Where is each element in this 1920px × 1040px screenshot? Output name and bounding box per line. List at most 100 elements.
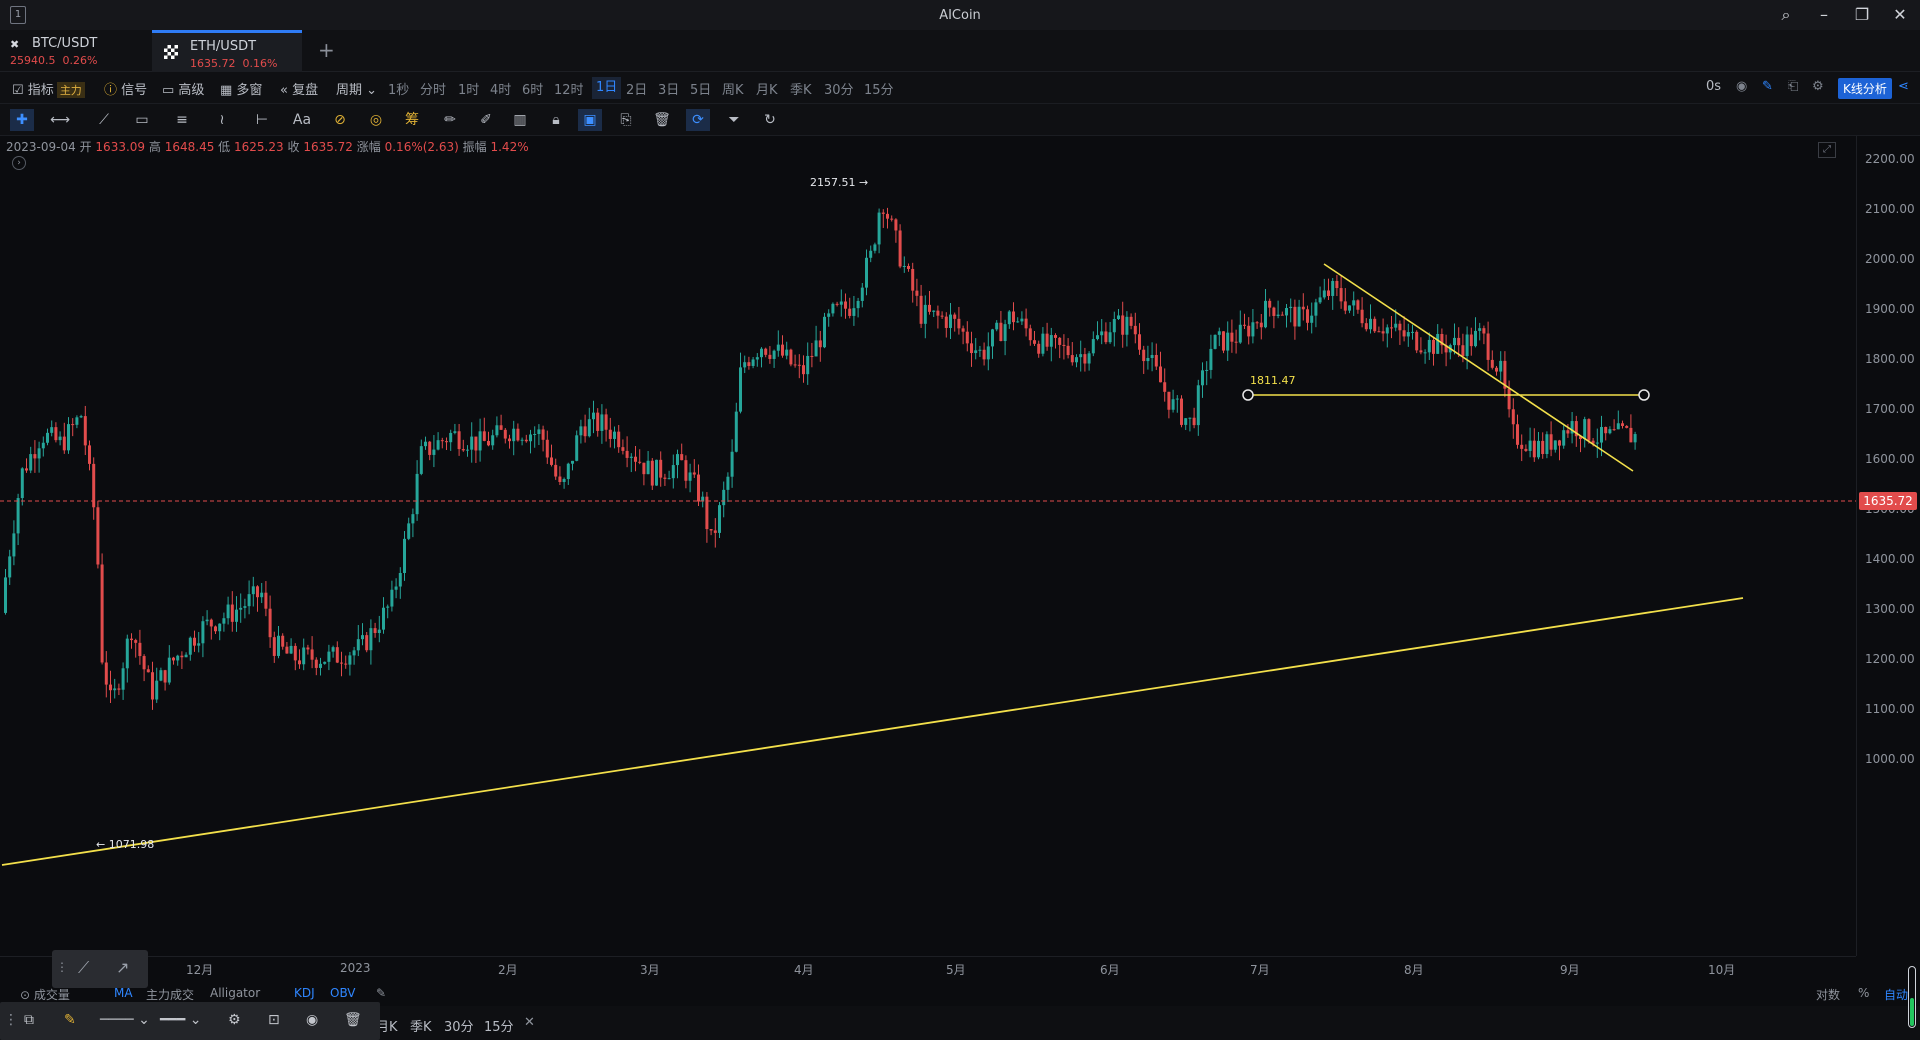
arrow-style-icon[interactable]: ↗: [116, 958, 129, 977]
search-icon[interactable]: ⌕: [1776, 4, 1796, 26]
drag-handle-icon[interactable]: ⋮: [56, 960, 68, 974]
measure-tool-icon[interactable]: ⊢: [250, 109, 274, 131]
magnet-tool-icon[interactable]: ▣: [578, 109, 602, 131]
interval-3d[interactable]: 3日: [658, 79, 679, 98]
interval-timeshare[interactable]: 分时: [420, 79, 446, 98]
drag-handle-icon[interactable]: ⋮: [4, 1012, 18, 1028]
kline-chart-svg[interactable]: 1811.47 2157.51 → ← 1071.98: [0, 136, 1856, 956]
candles: [4, 207, 1637, 710]
horizontal-line-tool-icon[interactable]: ⟷: [48, 109, 72, 131]
price-axis[interactable]: 2200.00 2100.00 2000.00 1900.00 1800.00 …: [1856, 136, 1920, 956]
candle-body: [302, 647, 306, 665]
hline-handle-left[interactable]: [1242, 389, 1254, 401]
candle-body: [579, 426, 583, 436]
brush-tool-icon[interactable]: ✐: [474, 109, 498, 131]
interval-15m[interactable]: 15分: [864, 79, 894, 98]
text-tool-icon[interactable]: Aa: [290, 109, 314, 131]
trendline-tool-icon[interactable]: ⟋: [92, 109, 116, 131]
period-dropdown[interactable]: 周期 ⌄: [336, 79, 377, 98]
k-analysis-button[interactable]: K线分析: [1838, 78, 1892, 99]
rectangle-tool-icon[interactable]: ▭: [130, 109, 154, 131]
line-style-icon[interactable]: ⟋: [78, 958, 89, 978]
settings-icon[interactable]: ⚙: [228, 1012, 241, 1028]
fib-tool-icon[interactable]: ⊘: [328, 109, 352, 131]
pencil-tool-icon[interactable]: ✏: [438, 109, 462, 131]
hide-tool-icon[interactable]: ⎘: [614, 109, 638, 131]
percent-scale-toggle[interactable]: %: [1858, 986, 1869, 1000]
gann-tool-icon[interactable]: ◎: [364, 109, 388, 131]
signal-button[interactable]: ⓘ 信号: [104, 79, 147, 98]
camera-icon[interactable]: ◉: [1736, 79, 1747, 94]
replay-button[interactable]: « 复盘: [280, 79, 318, 98]
close-bottom-icon[interactable]: ✕: [524, 1015, 535, 1030]
bottom-interval-30m[interactable]: 30分: [444, 1016, 474, 1035]
interval-1s[interactable]: 1秒: [388, 79, 409, 98]
channel-tool-icon[interactable]: ≡: [170, 109, 194, 131]
candle-pattern-tool-icon[interactable]: ▥: [508, 109, 532, 131]
line-style-dropdown[interactable]: ━━━ ⌄: [160, 1012, 201, 1028]
bottom-interval-quarter[interactable]: 季K: [410, 1016, 432, 1035]
chip-tool-icon[interactable]: 筹: [400, 109, 424, 131]
interval-2d[interactable]: 2日: [626, 79, 647, 98]
line-color-icon[interactable]: ✎: [64, 1012, 76, 1028]
edit-icon[interactable]: ✎: [1762, 79, 1773, 94]
refresh-tool-icon[interactable]: ↻: [758, 109, 782, 131]
advanced-button[interactable]: ▭ 高级: [162, 79, 204, 98]
interval-6h[interactable]: 6时: [522, 79, 543, 98]
interval-5d[interactable]: 5日: [690, 79, 711, 98]
line-width-dropdown[interactable]: ──── ⌄: [100, 1012, 150, 1028]
time-axis[interactable]: 12月 2023 2月 3月 4月 5月 6月 7月 8月 9月 10月: [0, 956, 1856, 980]
delete-tool-icon[interactable]: 🗑︎: [650, 109, 674, 131]
add-tab-button[interactable]: +: [318, 38, 335, 62]
bottom-interval-15m[interactable]: 15分: [484, 1016, 514, 1035]
indicator-tab-volume[interactable]: ⊙ 成交量: [20, 986, 70, 1003]
filter-tool-icon[interactable]: ⏷: [722, 109, 746, 131]
candle-body: [1129, 316, 1133, 326]
tab-btc-usdt[interactable]: ✖ BTC/USDT 25940.5 0.26%: [0, 30, 150, 72]
auto-scale-toggle[interactable]: 自动: [1884, 986, 1908, 1003]
indicator-tab-main-volume[interactable]: 主力成交: [146, 986, 194, 1003]
indicator-tab-ma[interactable]: MA: [114, 986, 133, 1000]
candle-body: [1478, 328, 1482, 331]
settings-icon[interactable]: ⚙: [1812, 79, 1824, 94]
tab-eth-usdt[interactable]: ETH/USDT 1635.72 0.16%: [152, 30, 302, 72]
interval-1d[interactable]: 1日: [592, 77, 622, 99]
crosshair-tool-icon[interactable]: ✚: [10, 109, 34, 131]
close-icon[interactable]: ✕: [1890, 4, 1910, 26]
candle-body: [16, 498, 20, 534]
template-icon[interactable]: ⧉: [24, 1012, 34, 1028]
candle-body: [394, 586, 398, 590]
support-trendline[interactable]: [1, 597, 1744, 866]
edit-indicator-icon[interactable]: ✎: [376, 986, 386, 1000]
interval-week[interactable]: 周K: [722, 79, 744, 98]
candle-body: [650, 460, 654, 486]
minimize-icon[interactable]: –: [1814, 4, 1834, 26]
interval-4h[interactable]: 4时: [490, 79, 511, 98]
sync-tool-icon[interactable]: ⟳: [686, 109, 710, 131]
interval-30m[interactable]: 30分: [824, 79, 854, 98]
log-scale-toggle[interactable]: 对数: [1816, 986, 1840, 1003]
vertical-scroll-indicator[interactable]: [1908, 966, 1916, 1028]
indicator-button[interactable]: ☑ 指标 主力: [12, 79, 85, 98]
interval-quarter[interactable]: 季K: [790, 79, 812, 98]
interval-1h[interactable]: 1时: [458, 79, 479, 98]
indicator-tab-kdj[interactable]: KDJ: [294, 986, 315, 1000]
lock-icon[interactable]: ⊡: [268, 1012, 280, 1028]
share-icon[interactable]: ⋖: [1898, 79, 1909, 94]
kline-chart[interactable]: 1811.47 2157.51 → ← 1071.98: [0, 136, 1856, 956]
interval-12h[interactable]: 12时: [554, 79, 584, 98]
template-icon[interactable]: ⎗: [1788, 79, 1798, 94]
indicator-tab-alligator[interactable]: Alligator: [210, 986, 260, 1000]
wave-tool-icon[interactable]: ≀: [210, 109, 234, 131]
indicator-tab-obv[interactable]: OBV: [330, 986, 356, 1000]
close-tab-icon[interactable]: ✖: [10, 38, 19, 51]
interval-month[interactable]: 月K: [756, 79, 778, 98]
multi-window-button[interactable]: ▦ 多窗: [220, 79, 262, 98]
resistance-trendline[interactable]: [1323, 263, 1634, 472]
lock-tool-icon[interactable]: 🔒︎: [544, 109, 568, 131]
restore-icon[interactable]: ❐: [1852, 4, 1872, 26]
hline-handle-right[interactable]: [1638, 389, 1650, 401]
candle-body: [722, 489, 726, 506]
delete-icon[interactable]: 🗑︎: [344, 1012, 362, 1028]
visibility-icon[interactable]: ◉: [306, 1012, 318, 1028]
